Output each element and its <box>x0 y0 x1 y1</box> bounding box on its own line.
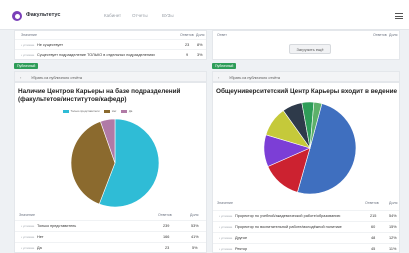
nav-item-universities[interactable]: ВУЗы <box>162 13 174 18</box>
top-left-table-card: Значение Ответов Доля • условие Не сущес… <box>14 30 207 60</box>
table-row: • условие Проректор по воспитательной ра… <box>213 221 399 231</box>
col-header-share: Доля <box>389 33 398 37</box>
public-tag: Публичный <box>212 63 237 69</box>
nav-item-cabinet[interactable]: Кабинет <box>104 13 121 18</box>
col-header-value: Значение <box>217 201 233 205</box>
col-header-count: Ответов <box>373 33 387 37</box>
brand-name[interactable]: Факультетус <box>26 12 60 18</box>
arrow-left-icon: ‹ <box>218 75 220 80</box>
col-header-share: Доля <box>190 213 199 217</box>
condition-toggle[interactable]: • условие <box>21 235 34 239</box>
condition-toggle[interactable]: • условие <box>21 224 34 228</box>
row-label: Проректор по учебной/академической работ… <box>235 214 341 218</box>
table-row: • условие Другое 48 12% <box>213 232 399 242</box>
table-row: • условие Не существует 23 8% <box>15 39 206 49</box>
condition-toggle[interactable]: • условие <box>219 247 232 251</box>
row-share: 41% <box>191 235 199 239</box>
row-count: 48 <box>371 236 376 240</box>
chart-title: Наличие Центров Карьеры на базе подразде… <box>18 88 181 103</box>
col-header-share: Доля <box>389 201 398 205</box>
legend-label: Да <box>128 109 133 113</box>
row-count: 239 <box>163 224 170 228</box>
col-header-value: Значение <box>21 33 37 37</box>
condition-toggle[interactable]: • условие <box>219 236 232 240</box>
row-share: 54% <box>389 214 397 218</box>
row-label: Не существует <box>37 43 64 47</box>
row-count: 23 <box>165 246 170 250</box>
row-label: Только представитель <box>37 224 77 228</box>
top-navbar: Факультетус Кабинет Отчеты ВУЗы <box>0 0 409 30</box>
table-row: • условие Только представитель 239 53% <box>15 220 206 230</box>
table-row: • условие Ректор 45 11% <box>213 243 399 253</box>
legend-label: Нет <box>111 109 117 113</box>
row-count: 166 <box>163 235 170 239</box>
remove-from-public-label: Убрать из публичного отчёта <box>31 75 82 80</box>
row-count: 215 <box>370 214 377 218</box>
chart-title: Общеуниверситетский Центр Карьеры входит… <box>216 88 398 95</box>
row-share: 15% <box>389 225 397 229</box>
row-count: 23 <box>185 43 190 47</box>
condition-toggle[interactable]: • условие <box>21 43 34 47</box>
condition-toggle[interactable]: • условие <box>219 214 232 218</box>
load-more-button[interactable]: Загрузить ещё <box>289 44 331 54</box>
condition-toggle[interactable]: • условие <box>21 53 34 57</box>
public-tag: Публичный <box>14 63 39 69</box>
row-label: Другое <box>235 236 248 240</box>
condition-toggle[interactable]: • условие <box>21 246 34 250</box>
row-label: Да <box>37 246 42 250</box>
arrow-left-icon: ‹ <box>20 75 22 80</box>
row-label: Нет <box>37 235 44 239</box>
table-row: • условие Существует подразделение ТОЛЬК… <box>15 49 206 59</box>
table-row: • условие Нет 166 41% <box>15 231 206 241</box>
row-share: 5% <box>192 246 198 250</box>
logo-icon[interactable] <box>12 11 22 21</box>
row-count: 9 <box>186 53 189 57</box>
remove-from-public-label: Убрать из публичного отчёта <box>229 75 280 80</box>
legend-swatch <box>104 110 111 113</box>
left-chart-card: Наличие Центров Карьеры на базе подразде… <box>14 82 207 253</box>
nav-item-reports[interactable]: Отчеты <box>132 13 148 18</box>
row-label: Существует подразделение ТОЛЬКО в отдель… <box>37 53 156 57</box>
left-pie-chart <box>70 118 160 208</box>
col-header-count: Ответов <box>158 213 172 217</box>
col-header-value: Значение <box>19 213 35 217</box>
row-share: 8% <box>197 43 203 47</box>
row-label: Проректор по воспитательной работе/молод… <box>235 225 342 229</box>
right-chart-card: Общеуниверситетский Центр Карьеры входит… <box>212 82 400 253</box>
row-share: 11% <box>389 247 397 251</box>
col-header-count: Ответов <box>365 201 379 205</box>
right-pie-chart <box>263 101 357 195</box>
col-header-answer: Ответ <box>217 33 227 37</box>
legend-label: Только представители <box>70 109 100 113</box>
remove-from-public-bar[interactable]: ‹ Убрать из публичного отчёта <box>212 71 400 82</box>
legend-swatch <box>121 110 128 113</box>
row-count: 60 <box>371 225 376 229</box>
row-label: Ректор <box>235 247 248 251</box>
chart-legend: Только представители Нет Да <box>59 109 132 113</box>
remove-from-public-bar[interactable]: ‹ Убрать из публичного отчёта <box>14 71 207 82</box>
row-share: 12% <box>389 236 397 240</box>
col-header-share: Доля <box>196 33 205 37</box>
row-share: 3% <box>197 53 203 57</box>
table-row: • условие Да 23 5% <box>15 242 206 252</box>
legend-swatch <box>63 110 69 113</box>
row-count: 45 <box>371 247 376 251</box>
condition-toggle[interactable]: • условие <box>219 225 232 229</box>
top-right-table-card: Ответ Ответов Доля Загрузить ещё <box>212 30 400 60</box>
row-share: 53% <box>191 224 199 228</box>
table-row: • условие Проректор по учебной/академиче… <box>213 210 399 220</box>
col-header-count: Ответов <box>180 33 194 37</box>
menu-icon[interactable] <box>395 13 403 19</box>
